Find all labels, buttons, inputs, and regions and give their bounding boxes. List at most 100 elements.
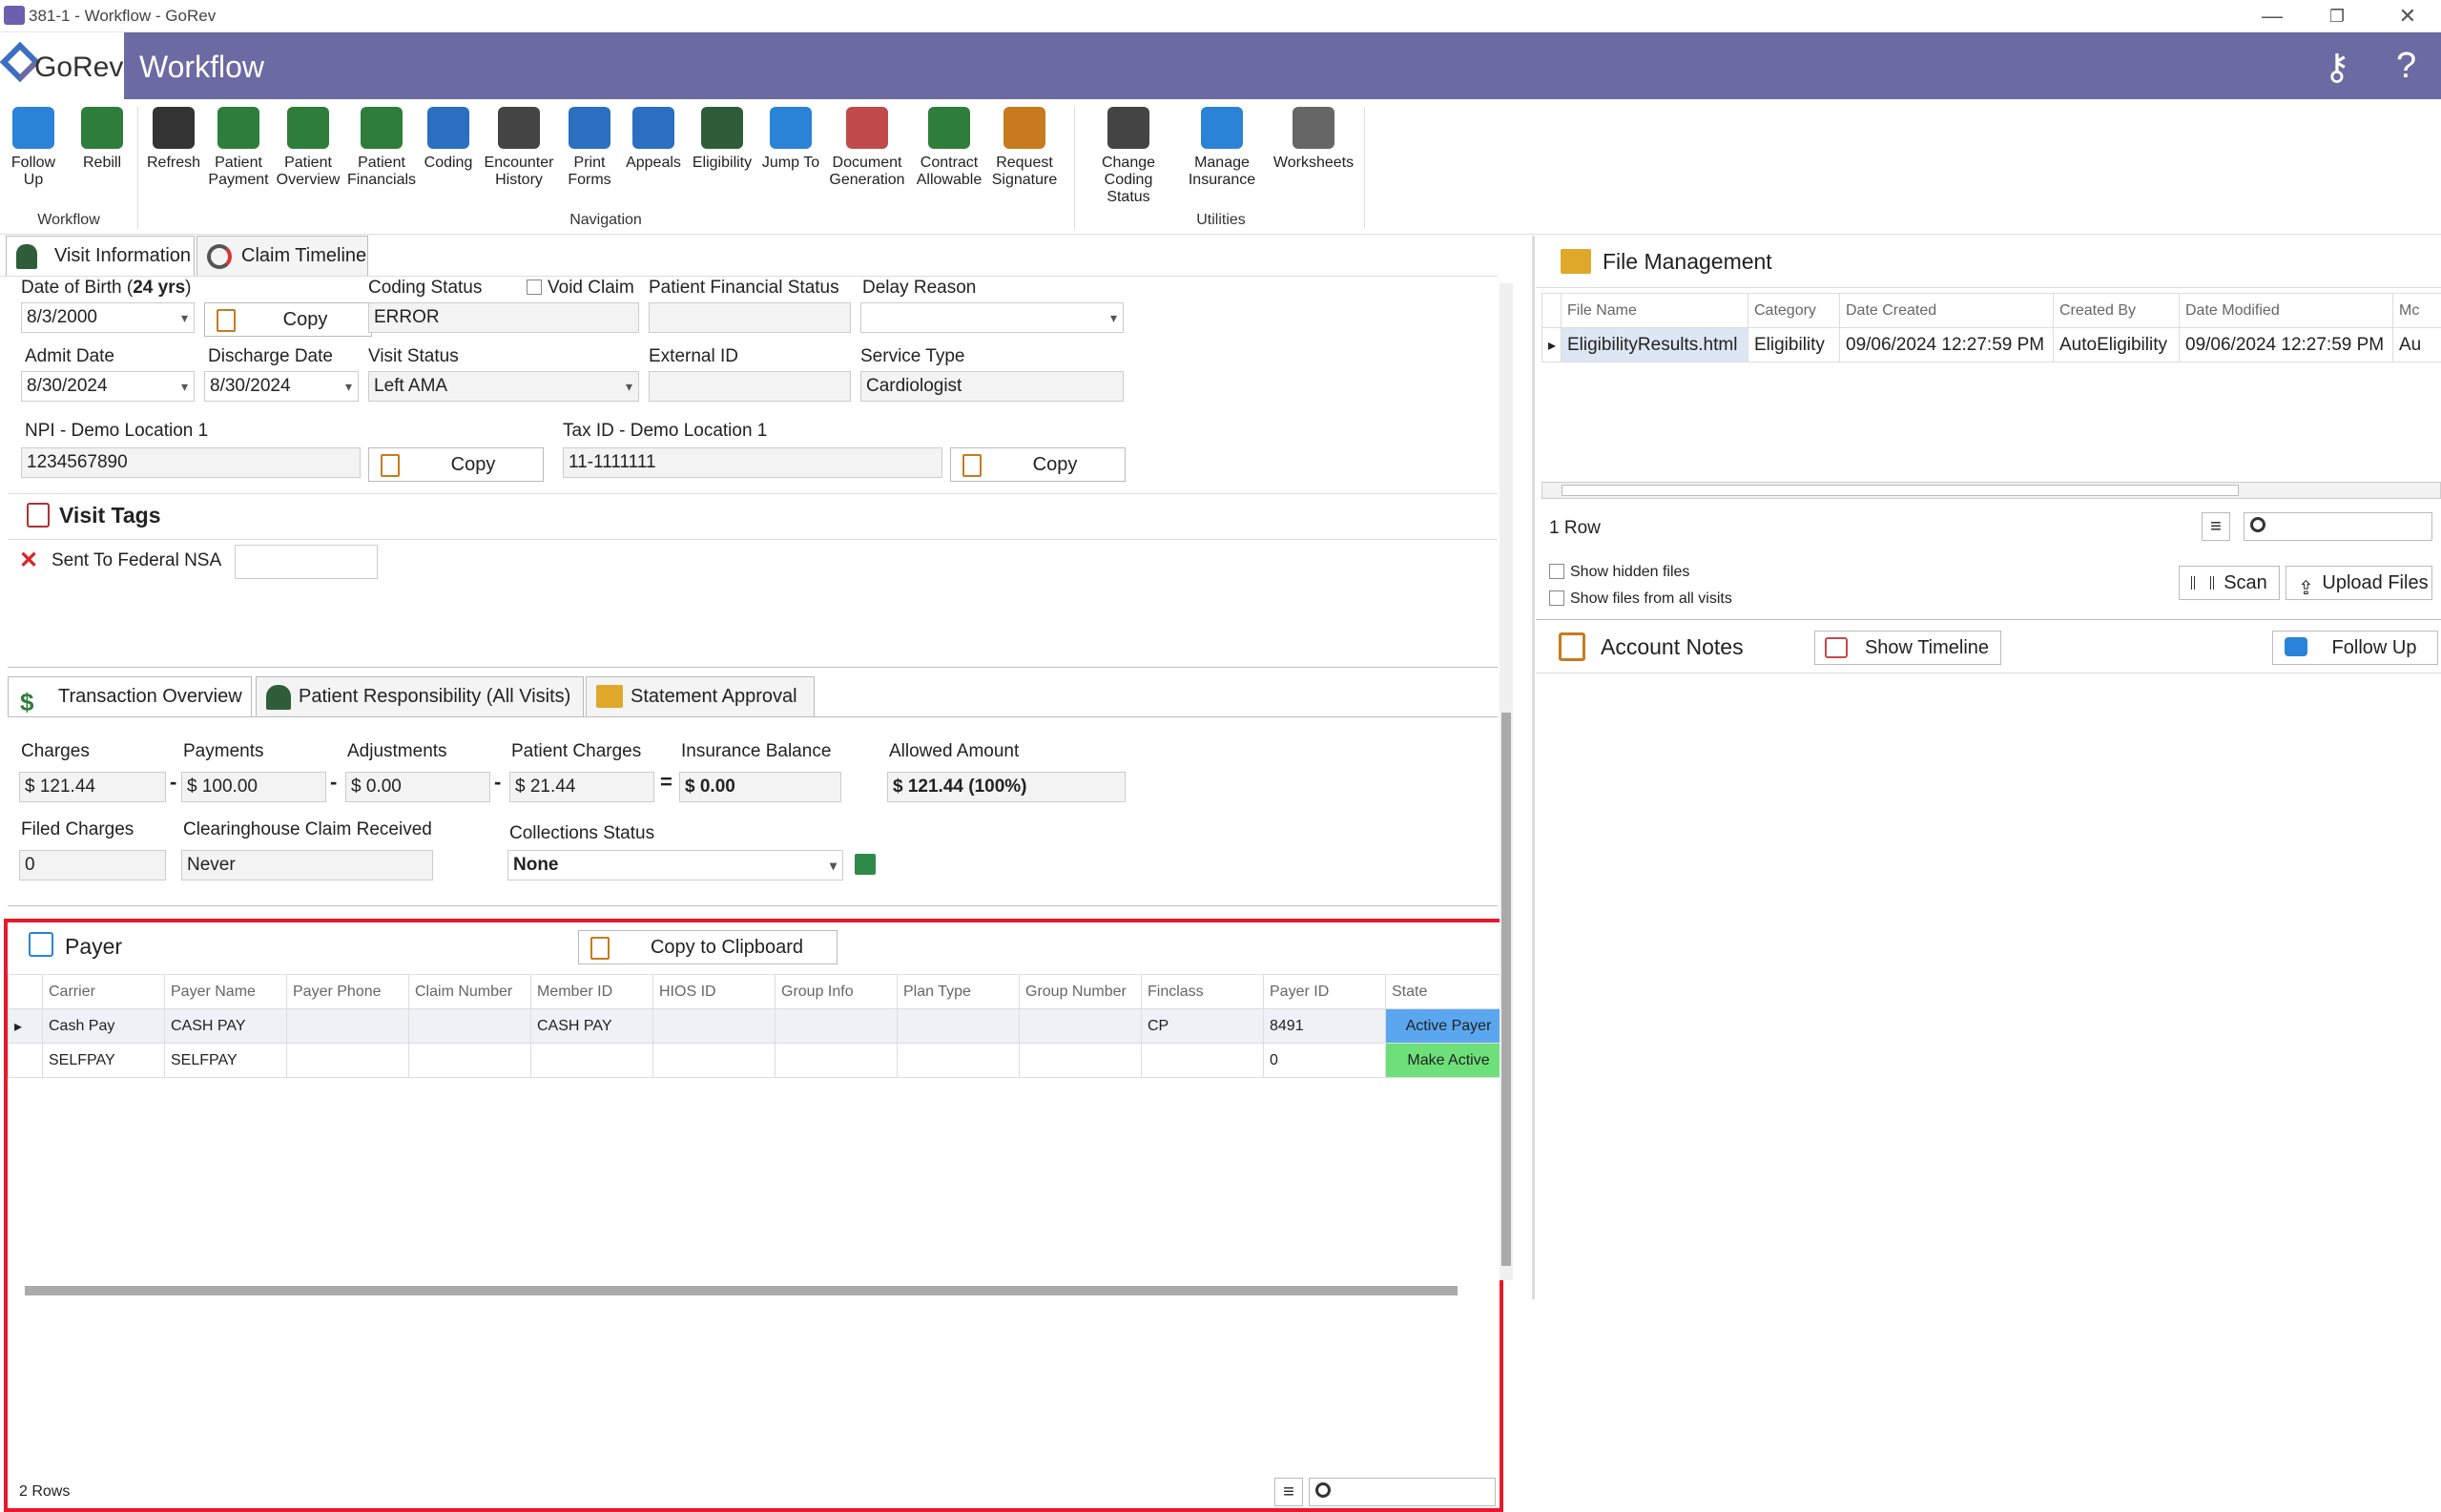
payments-label: Payments: [183, 741, 263, 762]
payer-title: Payer: [65, 934, 122, 960]
admit-date-field[interactable]: 8/30/2024: [21, 371, 195, 402]
column-menu-icon[interactable]: ≡: [1274, 1478, 1303, 1506]
files-column-header[interactable]: File Name: [1562, 294, 1748, 328]
appeals-icon: [632, 107, 674, 149]
payer-column-header[interactable]: Carrier: [43, 975, 165, 1009]
tab-patient-responsibility[interactable]: Patient Responsibility (All Visits): [256, 676, 584, 716]
left-scrollbar[interactable]: [1500, 283, 1513, 1280]
payer-row[interactable]: ▸Cash PayCASH PAYCASH PAYCP8491Active Pa…: [9, 1009, 1512, 1044]
show-hidden-checkbox[interactable]: Show hidden files: [1549, 564, 1689, 581]
ribbon-patient-payment-button[interactable]: Patient Payment: [206, 107, 271, 189]
copy-npi-button[interactable]: Copy: [368, 447, 544, 482]
copy-dob-button[interactable]: Copy: [204, 302, 372, 337]
person-icon: [16, 244, 37, 269]
horizontal-scrollbar[interactable]: [25, 1286, 1458, 1295]
ribbon-jump-to-button[interactable]: Jump To: [759, 107, 822, 172]
help-icon[interactable]: ?: [2396, 46, 2416, 87]
ribbon-request-signature-button[interactable]: Request Signature: [988, 107, 1061, 189]
files-column-header[interactable]: Date Modified: [2180, 294, 2393, 328]
files-search-input[interactable]: [2244, 512, 2432, 541]
ribbon-worksheets-button[interactable]: Worksheets: [1269, 107, 1358, 172]
rebill-icon: [81, 107, 123, 149]
pfs-label: Patient Financial Status: [649, 278, 839, 299]
ribbon-refresh-button[interactable]: Refresh: [145, 107, 202, 172]
payer-cell-state[interactable]: Active Payer: [1386, 1009, 1512, 1044]
collections-status-select[interactable]: None: [507, 850, 843, 880]
tag-value-input[interactable]: [235, 545, 378, 579]
ribbon-rebill-button[interactable]: Rebill: [69, 107, 135, 172]
keys-icon[interactable]: ⚷: [2324, 46, 2350, 89]
tab-statement-approval[interactable]: Statement Approval: [586, 676, 815, 716]
tab-claim-timeline[interactable]: Claim Timeline: [197, 236, 368, 276]
files-column-header[interactable]: Date Created: [1840, 294, 2054, 328]
payer-table: CarrierPayer NamePayer PhoneClaim Number…: [8, 974, 1512, 1078]
minimize-button[interactable]: —: [2244, 2, 2301, 31]
delay-reason-select[interactable]: [860, 302, 1124, 333]
files-column-header[interactable]: Category: [1748, 294, 1840, 328]
remove-tag-icon[interactable]: ✕: [19, 547, 38, 574]
void-claim-checkbox[interactable]: Void Claim: [527, 278, 634, 299]
ribbon-coding-button[interactable]: Coding: [418, 107, 479, 172]
payer-column-header[interactable]: Plan Type: [898, 975, 1020, 1009]
allowed-amount-field: $ 121.44 (100%): [887, 772, 1126, 802]
payer-column-header[interactable]: Payer Phone: [287, 975, 409, 1009]
scan-button[interactable]: Scan: [2179, 566, 2280, 600]
ribbon-manage-insurance-button[interactable]: Manage Insurance: [1183, 107, 1261, 189]
copy-to-clipboard-button[interactable]: Copy to Clipboard: [578, 930, 838, 964]
show-all-visits-checkbox[interactable]: Show files from all visits: [1549, 590, 1732, 608]
follow-up-button[interactable]: Follow Up: [2272, 631, 2438, 665]
ribbon-change-coding-status-button[interactable]: Change Coding Status: [1078, 107, 1179, 206]
payer-search-input[interactable]: [1309, 1478, 1496, 1506]
jump-to-icon: [770, 107, 812, 149]
row-expander[interactable]: ▸: [1542, 328, 1562, 362]
ribbon-follow-up-button[interactable]: Follow Up: [4, 107, 63, 189]
scrollbar-thumb[interactable]: [1501, 713, 1511, 1266]
ribbon-print-forms-button[interactable]: Print Forms: [559, 107, 620, 189]
payer-row[interactable]: SELFPAYSELFPAY0Make Active: [9, 1044, 1512, 1078]
gorev-logo[interactable]: GoRev: [0, 32, 124, 99]
payer-column-header[interactable]: HIOS ID: [653, 975, 776, 1009]
ribbon-button-label: Document Generation: [829, 155, 904, 188]
scrollbar-thumb[interactable]: [1562, 485, 2239, 496]
close-button[interactable]: ✕: [2379, 2, 2436, 31]
payer-column-header[interactable]: Claim Number: [409, 975, 531, 1009]
copy-tax-button[interactable]: Copy: [950, 447, 1126, 482]
ribbon-document-generation-button[interactable]: Document Generation: [828, 107, 906, 189]
payer-column-header[interactable]: Payer ID: [1264, 975, 1386, 1009]
payer-column-header[interactable]: State: [1386, 975, 1512, 1009]
files-column-header[interactable]: Mc: [2393, 294, 2441, 328]
payer-column-header[interactable]: Finclass: [1142, 975, 1264, 1009]
discharge-date-field[interactable]: 8/30/2024: [204, 371, 359, 402]
save-icon[interactable]: [855, 854, 876, 875]
upload-files-button[interactable]: ⇪Upload Files: [2286, 566, 2432, 600]
ribbon-patient-financials-button[interactable]: Patient Financials: [347, 107, 416, 189]
payer-column-header[interactable]: Group Number: [1020, 975, 1142, 1009]
tab-visit-information[interactable]: Visit Information: [6, 236, 195, 276]
payer-column-header[interactable]: Group Info: [776, 975, 898, 1009]
clipboard-icon: [381, 454, 400, 477]
files-column-header[interactable]: Created By: [2054, 294, 2180, 328]
tab-transaction-overview[interactable]: $Transaction Overview: [8, 676, 252, 716]
external-id-label: External ID: [649, 346, 738, 367]
payer-cell-carrier: SELFPAY: [43, 1044, 165, 1078]
restore-button[interactable]: ❐: [2308, 2, 2366, 31]
files-hscroll[interactable]: [1541, 482, 2441, 499]
file-row[interactable]: ▸EligibilityResults.htmlEligibility09/06…: [1542, 328, 2441, 362]
files-column-menu-icon[interactable]: ≡: [2202, 512, 2230, 541]
payer-cell-claim: [409, 1044, 531, 1078]
payer-column-header[interactable]: Payer Name: [165, 975, 287, 1009]
ribbon-encounter-history-button[interactable]: Encounter History: [483, 107, 555, 189]
ribbon-eligibility-button[interactable]: Eligibility: [689, 107, 755, 172]
pane-splitter[interactable]: [1532, 236, 1535, 1299]
ribbon-appeals-button[interactable]: Appeals: [624, 107, 683, 172]
ribbon-separator: [1074, 107, 1075, 229]
dob-field[interactable]: 8/3/2000: [21, 302, 195, 333]
ribbon-patient-overview-button[interactable]: Patient Overview: [275, 107, 341, 189]
ribbon-contract-allowable-button[interactable]: Contract Allowable: [914, 107, 984, 189]
payer-column-header[interactable]: Member ID: [531, 975, 653, 1009]
file-cell-category: Eligibility: [1748, 328, 1840, 362]
file-cell-mc: Au: [2393, 328, 2441, 362]
clipboard-icon: [962, 454, 982, 477]
payer-cell-state[interactable]: Make Active: [1386, 1044, 1512, 1078]
show-timeline-button[interactable]: Show Timeline: [1814, 631, 2001, 665]
